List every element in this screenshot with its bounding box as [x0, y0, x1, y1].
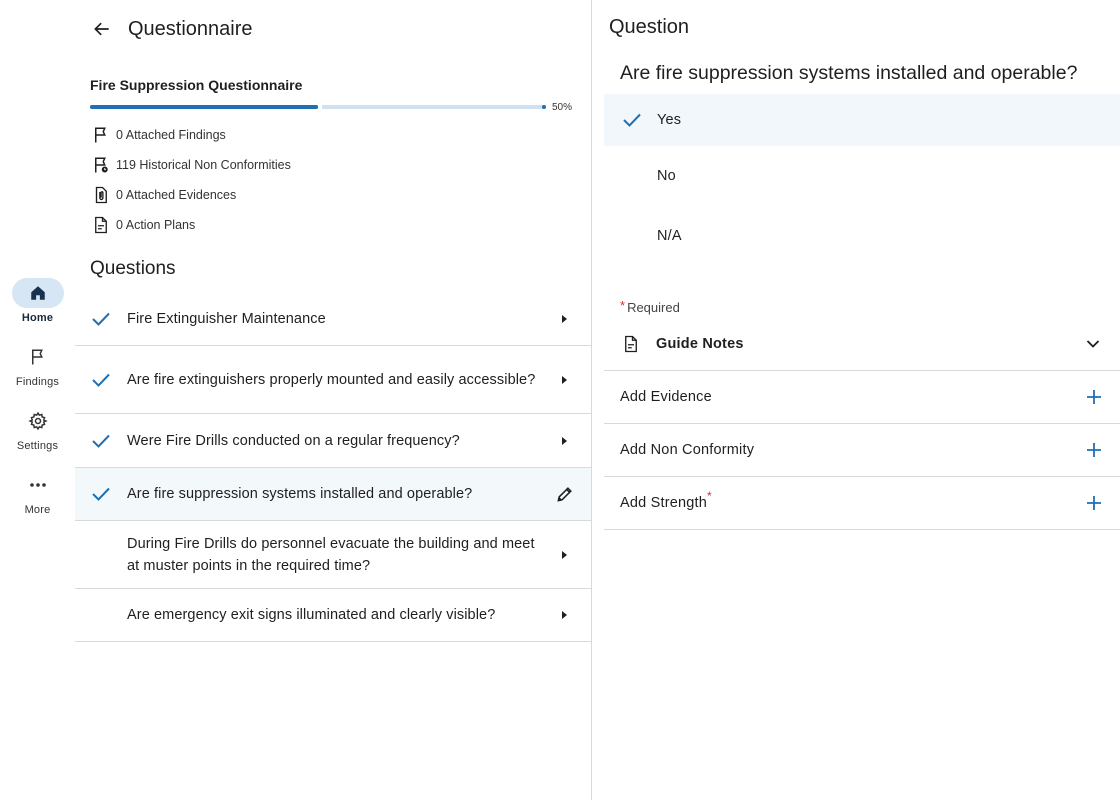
nav-settings-label: Settings — [16, 440, 59, 452]
add-non-conformity-row[interactable]: Add Non Conformity — [604, 424, 1120, 477]
back-button[interactable] — [90, 17, 114, 41]
question-text: Were Fire Drills conducted on a regular … — [127, 432, 460, 449]
stat-label: 0 Action Plans — [116, 218, 196, 232]
check-icon — [92, 487, 110, 501]
required-label: Required — [627, 300, 680, 315]
chevron-down-icon — [1086, 340, 1100, 348]
answer-option-no[interactable]: No — [604, 146, 1120, 206]
answer-option-na[interactable]: N/A — [604, 206, 1120, 266]
nav-settings-pill — [12, 406, 64, 436]
question-text: Are emergency exit signs illuminated and… — [127, 607, 496, 623]
questions-heading: Questions — [90, 258, 176, 279]
stat-label: 119 Historical Non Conformities — [116, 158, 291, 172]
required-asterisk: * — [620, 298, 626, 313]
question-text: During Fire Drills do personnel evacuate… — [127, 535, 535, 574]
nav-item-home[interactable]: Home — [0, 278, 75, 324]
stat-attached-findings[interactable]: 0 Attached Findings — [92, 120, 291, 150]
home-icon — [30, 286, 45, 300]
caret-right-icon — [562, 436, 567, 445]
caret-right-icon — [562, 550, 567, 559]
progress-gap — [318, 104, 322, 110]
stat-attached-evidences[interactable]: 0 Attached Evidences — [92, 180, 291, 210]
required-asterisk: * — [707, 489, 712, 503]
check-icon — [92, 373, 110, 387]
question-text: Are fire suppression systems installed a… — [127, 486, 473, 502]
add-strength-row[interactable]: Add Strength* — [604, 477, 1120, 530]
add-evidence-row[interactable]: Add Evidence — [604, 371, 1120, 424]
question-row[interactable]: Were Fire Drills conducted on a regular … — [75, 414, 591, 468]
detail-question-text: Are fire suppression systems installed a… — [620, 62, 1078, 84]
caret-right-icon — [562, 375, 567, 384]
stats-list: 0 Attached Findings 119 Historical Non C… — [92, 120, 291, 240]
caret-right-icon — [562, 611, 567, 619]
detail-actions: Guide Notes Add Evidence Add Non Conform… — [604, 318, 1120, 530]
flag-clock-icon — [95, 157, 109, 174]
plus-icon[interactable] — [1086, 389, 1102, 405]
questionnaire-pane: Questionnaire Fire Suppression Questionn… — [75, 0, 591, 800]
paperclip-doc-icon — [95, 186, 107, 204]
nav-more-label: More — [24, 504, 51, 516]
flag-icon — [31, 349, 43, 365]
top-app-bar: Questionnaire — [90, 14, 253, 44]
nav-findings-label: Findings — [15, 376, 60, 388]
question-text: Are fire extinguishers properly mounted … — [127, 371, 536, 388]
answer-option-yes[interactable]: Yes — [604, 94, 1120, 146]
nav-more-pill — [12, 470, 64, 500]
answer-label: No — [657, 168, 676, 184]
nav-findings-pill — [12, 342, 64, 372]
answer-label: N/A — [657, 228, 682, 244]
stat-label: 0 Attached Evidences — [116, 188, 237, 202]
question-row[interactable]: Fire Extinguisher Maintenance — [75, 292, 591, 346]
nav-home-pill — [11, 278, 64, 308]
check-icon — [623, 113, 641, 127]
add-evidence-label: Add Evidence — [620, 389, 712, 405]
question-row-selected[interactable]: Are fire suppression systems installed a… — [75, 468, 591, 521]
question-row[interactable]: During Fire Drills do personnel evacuate… — [75, 521, 591, 589]
question-detail-pane: Question Are fire suppression systems in… — [592, 0, 1120, 800]
detail-title: Question — [609, 16, 690, 38]
nav-item-more[interactable]: More — [0, 470, 75, 516]
plus-icon[interactable] — [1086, 442, 1102, 458]
questionnaire-name: Fire Suppression Questionnaire — [90, 77, 303, 93]
caret-right-icon — [562, 314, 567, 323]
progress-fill — [90, 105, 318, 109]
answer-label: Yes — [657, 112, 682, 128]
question-list: Fire Extinguisher Maintenance Are fire e… — [75, 292, 591, 642]
arrow-left-icon — [94, 22, 109, 36]
nav-item-findings[interactable]: Findings — [0, 342, 75, 388]
add-strength-label: Add Strength* — [620, 489, 712, 511]
more-icon — [29, 483, 46, 487]
progress-percent: 50% — [552, 102, 573, 113]
question-row[interactable]: Are fire extinguishers properly mounted … — [75, 346, 591, 414]
document-icon — [625, 335, 637, 353]
flag-icon — [95, 127, 106, 143]
stat-label: 0 Attached Findings — [116, 128, 226, 142]
question-row[interactable]: Are emergency exit signs illuminated and… — [75, 589, 591, 642]
check-icon — [92, 312, 110, 326]
nav-home-label: Home — [21, 312, 54, 324]
navigation-rail: Home Findings Settings More — [0, 0, 75, 800]
required-indicator: * Required — [620, 298, 680, 315]
pencil-icon[interactable] — [555, 484, 575, 504]
stat-action-plans[interactable]: 0 Action Plans — [92, 210, 291, 240]
guide-notes-expander[interactable]: Guide Notes — [604, 318, 1120, 371]
document-icon — [95, 216, 107, 234]
stat-historical-non-conformities[interactable]: 119 Historical Non Conformities — [92, 150, 291, 180]
check-icon — [92, 434, 110, 448]
page-title: Questionnaire — [128, 17, 253, 40]
gear-icon — [27, 411, 48, 431]
add-strength-text: Add Strength — [620, 495, 708, 511]
progress-end-dot — [542, 105, 546, 109]
nav-item-settings[interactable]: Settings — [0, 406, 75, 452]
plus-icon[interactable] — [1086, 495, 1102, 511]
add-non-conformity-label: Add Non Conformity — [620, 442, 755, 458]
progress-bar — [90, 104, 546, 110]
question-text: Fire Extinguisher Maintenance — [127, 310, 326, 327]
answer-options: Yes No N/A — [604, 94, 1120, 266]
guide-notes-label: Guide Notes — [656, 336, 744, 352]
